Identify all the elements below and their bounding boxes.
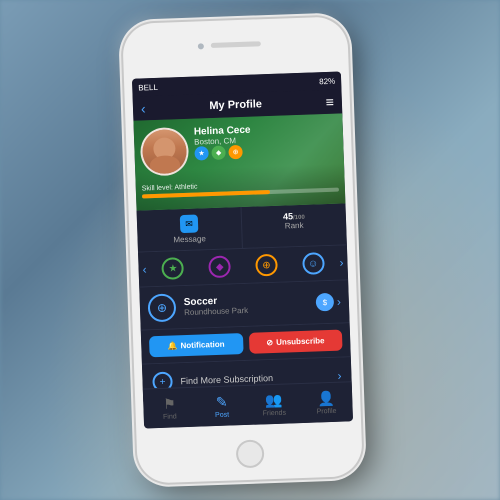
activity-chevron-icon[interactable]: › xyxy=(337,295,341,309)
activity-actions: $ › xyxy=(316,293,342,312)
unsubscribe-icon: ⊘ xyxy=(266,338,273,347)
achievement-icon-2[interactable]: ◆ xyxy=(208,255,231,278)
achievements-prev[interactable]: ‹ xyxy=(142,262,146,276)
activity-sport-icon: ⊕ xyxy=(147,293,176,322)
profile-nav-icon: 👤 xyxy=(317,390,335,408)
nav-find[interactable]: ⚑ Find xyxy=(143,388,197,429)
battery-indicator: 82% xyxy=(319,76,335,86)
stat-rank: 45/100 Rank xyxy=(241,203,346,248)
profile-badges: ★ ◆ ⊕ xyxy=(194,145,242,161)
menu-button[interactable]: ≡ xyxy=(325,94,334,110)
achievement-icon-4[interactable]: ☺ xyxy=(302,252,325,275)
profile-info: Helina Cece Boston, CM xyxy=(194,125,251,147)
nav-profile[interactable]: 👤 Profile xyxy=(299,382,353,423)
message-icon-wrap: ✉ xyxy=(141,213,238,234)
achievement-icon-1[interactable]: ★ xyxy=(162,257,185,280)
achievements-icons: ★ ◆ ⊕ ☺ xyxy=(149,252,337,281)
notification-icon: 🔔 xyxy=(167,341,177,350)
unsubscribe-button[interactable]: ⊘ Unsubscribe xyxy=(248,330,342,354)
carrier-signal: BELL xyxy=(138,82,158,92)
avatar-image xyxy=(142,129,188,175)
stat-message[interactable]: ✉ Message xyxy=(137,207,243,252)
unsubscribe-label: Unsubscribe xyxy=(276,336,325,347)
achievements-next[interactable]: › xyxy=(339,255,343,269)
page-title: My Profile xyxy=(209,98,262,112)
back-button[interactable]: ‹ xyxy=(141,100,146,116)
profile-nav-label: Profile xyxy=(317,408,337,416)
find-icon: ⚑ xyxy=(163,395,176,412)
front-camera xyxy=(197,43,203,49)
home-button[interactable] xyxy=(235,439,264,468)
nav-post[interactable]: ✎ Post xyxy=(195,386,249,427)
rank-label: Rank xyxy=(246,220,342,232)
notification-button[interactable]: 🔔 Notification xyxy=(149,333,243,357)
message-icon-symbol: ✉ xyxy=(185,218,193,229)
bottom-nav: ⚑ Find ✎ Post 👥 Friends 👤 Profile xyxy=(143,381,353,428)
message-icon: ✉ xyxy=(180,215,199,234)
nav-friends[interactable]: 👥 Friends xyxy=(247,384,301,425)
stats-row: ✉ Message 45/100 Rank xyxy=(137,203,347,252)
notification-label: Notification xyxy=(180,340,224,351)
phone-shell: BELL 82% ‹ My Profile ≡ Helina Cece Bost… xyxy=(122,16,363,484)
avatar xyxy=(140,127,190,177)
friends-label: Friends xyxy=(263,410,287,418)
badge-green: ◆ xyxy=(211,146,225,160)
achievement-icon-3[interactable]: ⊕ xyxy=(255,254,278,277)
post-label: Post xyxy=(215,412,229,419)
find-label: Find xyxy=(163,413,177,420)
badge-blue: ★ xyxy=(194,146,208,160)
badge-orange: ⊕ xyxy=(228,145,242,159)
phone-screen: BELL 82% ‹ My Profile ≡ Helina Cece Bost… xyxy=(132,71,353,428)
speaker xyxy=(210,41,260,48)
profile-hero: Helina Cece Boston, CM ★ ◆ ⊕ Skill level… xyxy=(133,113,345,210)
friends-icon: 👥 xyxy=(265,392,283,410)
activity-info: Soccer Roundhouse Park xyxy=(184,292,317,317)
post-icon: ✎ xyxy=(216,394,228,411)
message-label: Message xyxy=(141,233,237,245)
activity-share-icon[interactable]: $ xyxy=(316,293,335,312)
activity-item: ⊕ Soccer Roundhouse Park $ › xyxy=(139,280,349,330)
